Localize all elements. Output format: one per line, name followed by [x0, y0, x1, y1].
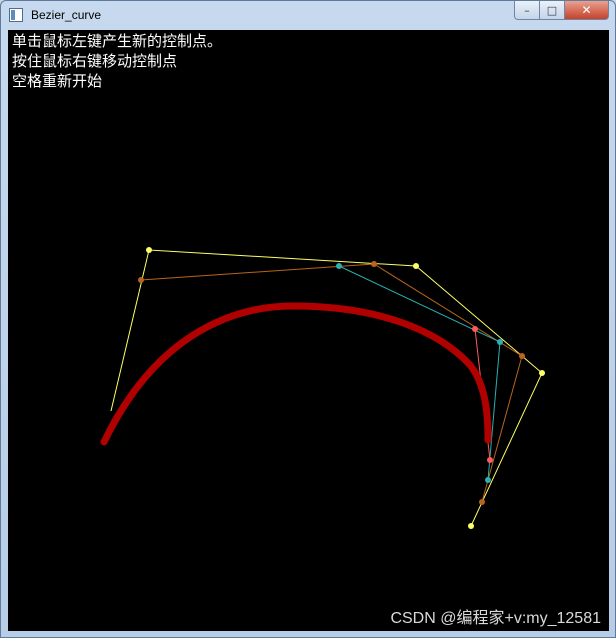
watermark: CSDN @编程家+v:my_12581	[390, 610, 601, 627]
control-point[interactable]	[539, 370, 545, 376]
construction-point	[479, 499, 485, 505]
construction-point	[487, 457, 493, 463]
window-controls: – □ ✕	[514, 1, 609, 20]
construction-point	[472, 326, 478, 332]
close-button[interactable]: ✕	[565, 1, 609, 20]
minimize-button[interactable]: –	[514, 1, 540, 20]
control-point[interactable]	[146, 247, 152, 253]
instruction-line: 空格重新开始	[12, 72, 103, 90]
construction-point	[497, 339, 503, 345]
control-point[interactable]	[413, 263, 419, 269]
construction-point	[519, 353, 525, 359]
app-icon	[9, 8, 23, 22]
level-1-points	[138, 261, 525, 505]
maximize-button[interactable]: □	[540, 1, 565, 20]
drawing-canvas[interactable]: 单击鼠标左键产生新的控制点。 按住鼠标右键移动控制点 空格重新开始 CSDN @…	[8, 30, 609, 631]
title-bar[interactable]: Bezier_curve – □ ✕	[1, 1, 615, 29]
construction-point	[371, 261, 377, 267]
construction-point	[485, 477, 491, 483]
construction-point	[336, 263, 342, 269]
app-window: Bezier_curve – □ ✕ 单击鼠标左键产生新的控制点。 按住鼠标右键…	[0, 0, 616, 638]
control-polygon	[110, 249, 543, 527]
bezier-curve	[100, 302, 492, 446]
construction-level-1	[140, 263, 523, 503]
instruction-line: 按住鼠标右键移动控制点	[12, 52, 178, 70]
instructions: 单击鼠标左键产生新的控制点。 按住鼠标右键移动控制点 空格重新开始	[12, 31, 222, 91]
instruction-line: 单击鼠标左键产生新的控制点。	[12, 32, 223, 50]
construction-point	[138, 277, 144, 283]
window-title: Bezier_curve	[31, 8, 102, 22]
bezier-drawing[interactable]	[8, 30, 609, 631]
control-point[interactable]	[468, 523, 474, 529]
